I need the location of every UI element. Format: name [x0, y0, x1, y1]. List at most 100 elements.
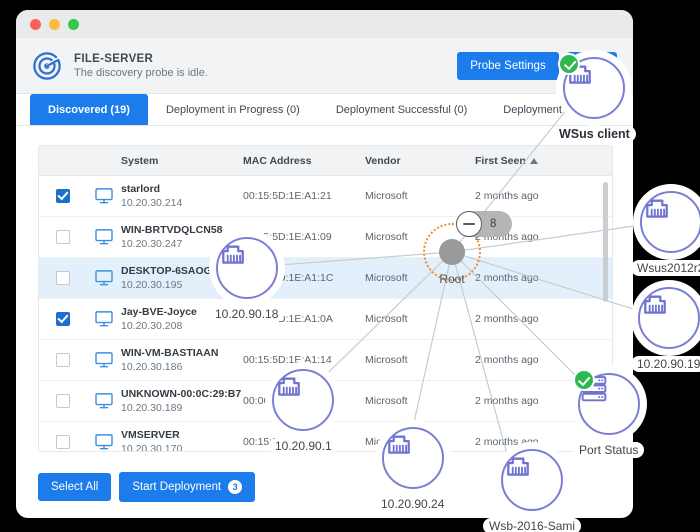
tab-discovered[interactable]: Discovered (19)	[30, 94, 148, 125]
topology-root-node[interactable]: Root 8	[423, 211, 512, 286]
minimize-window-button[interactable]	[49, 18, 60, 30]
row-checkbox[interactable]	[56, 271, 70, 285]
root-node-label: Root	[439, 272, 465, 286]
status-ok-badge	[572, 369, 595, 391]
cell-system: VMSERVER 10.20.30.170	[121, 429, 243, 452]
cell-system: WIN-VM-BASTIAAN 10.20.30.186	[121, 347, 243, 373]
topology-node-10-20-90-19[interactable]: 10.20.90.19	[631, 287, 700, 372]
cell-vendor: Microsoft	[365, 313, 408, 325]
cell-system: starlord 10.20.30.214	[121, 183, 243, 209]
start-deployment-label: Start Deployment	[132, 481, 222, 494]
node-circle[interactable]	[639, 191, 700, 253]
app-header: FILE-SERVER The discovery probe is idle.…	[16, 38, 633, 94]
maximize-window-button[interactable]	[68, 18, 79, 30]
table-vertical-scrollbar[interactable]	[603, 182, 608, 302]
cell-system: UNKNOWN-00:0C:29:B7 10.20.30.189	[121, 388, 243, 414]
node-circle[interactable]	[558, 53, 626, 119]
desktop-icon	[87, 352, 121, 368]
table-row[interactable]: starlord 10.20.30.214 00:15:5D:1E:A1:21 Mic…	[39, 176, 612, 217]
node-label: 10.20.90.19	[631, 356, 700, 372]
system-ip: 10.20.30.189	[121, 402, 183, 414]
row-checkbox[interactable]	[56, 353, 70, 367]
desktop-icon	[87, 270, 121, 286]
cell-vendor: Microsoft	[365, 354, 408, 366]
row-checkbox-cell	[39, 230, 87, 244]
column-header-vendor[interactable]: Vendor	[365, 155, 475, 167]
row-checkbox[interactable]	[56, 394, 70, 408]
cell-first-seen: 2 months ago	[475, 354, 539, 366]
tab-deployment-in-progress[interactable]: Deployment in Progress (0)	[148, 94, 318, 125]
row-checkbox-cell	[39, 435, 87, 449]
node-circle[interactable]	[501, 449, 564, 511]
desktop-icon	[87, 434, 121, 450]
table-header-row: System MAC Address Vendor First Seen	[39, 146, 612, 176]
table-row[interactable]: DESKTOP-6SAOGD 10.20.30.195 00:15:5D:1E:A1…	[39, 258, 612, 299]
desktop-icon	[87, 393, 121, 409]
cell-vendor: Microsoft	[365, 190, 408, 202]
system-ip: 10.20.30.170	[121, 443, 183, 452]
root-child-count: 8	[490, 218, 497, 230]
system-name: WIN-VM-BASTIAAN	[121, 347, 219, 359]
system-ip: 10.20.30.214	[121, 197, 183, 209]
node-circle[interactable]	[272, 369, 335, 431]
topology-node-wsus-client[interactable]: WSus client	[553, 53, 636, 142]
start-deployment-count-badge: 3	[228, 480, 243, 494]
target-scan-icon	[32, 51, 62, 81]
row-checkbox-cell	[39, 189, 87, 203]
node-label: 10.20.90.24	[375, 496, 451, 512]
start-deployment-button[interactable]: Start Deployment 3	[119, 472, 256, 502]
window-titlebar	[16, 10, 633, 38]
table-row[interactable]: Jay-BVE-Joyce 10.20.30.208 00:15:5D:1E:A1:…	[39, 299, 612, 340]
footer-actions: Select All Start Deployment 3	[38, 472, 256, 502]
column-header-mac-address[interactable]: MAC Address	[243, 155, 365, 167]
node-label: 10.20.90.18	[209, 306, 285, 322]
row-checkbox[interactable]	[56, 189, 70, 203]
row-checkbox-cell	[39, 312, 87, 326]
brand-text-block: FILE-SERVER The discovery probe is idle.	[74, 53, 445, 79]
node-label: 10.20.90.1	[269, 438, 338, 454]
cell-mac-address: 00:15:5D:1E:A1:14	[243, 354, 332, 366]
node-circle[interactable]	[637, 287, 700, 349]
node-label: Wsb-2016-Sami	[483, 518, 582, 532]
table-row[interactable]: WIN-BRTVDQLCN58 10.20.30.247 00:15:5D:1E:A…	[39, 217, 612, 258]
node-circle[interactable]	[381, 427, 444, 489]
screenshot-root: FILE-SERVER The discovery probe is idle.…	[0, 0, 700, 532]
probe-settings-button[interactable]: Probe Settings	[457, 51, 559, 80]
tab-deployment-successful[interactable]: Deployment Successful (0)	[318, 94, 485, 125]
desktop-icon	[87, 229, 121, 245]
cell-first-seen: 2 months ago	[475, 313, 539, 325]
cell-vendor: Microsoft	[365, 395, 408, 407]
desktop-icon	[87, 311, 121, 327]
row-checkbox[interactable]	[56, 435, 70, 449]
row-checkbox[interactable]	[56, 312, 70, 326]
row-checkbox-cell	[39, 394, 87, 408]
root-collapse-control[interactable]: 8	[456, 211, 512, 237]
column-header-first-seen[interactable]: First Seen	[475, 155, 612, 167]
cell-first-seen: 2 months ago	[475, 190, 539, 202]
topology-node-10-20-90-24[interactable]: 10.20.90.24	[375, 427, 451, 512]
row-checkbox-cell	[39, 353, 87, 367]
topology-node-wsus2012r2[interactable]: Wsus2012r2	[631, 191, 700, 276]
tab-bar: Discovered (19) Deployment in Progress (…	[16, 94, 633, 126]
topology-node-port-status[interactable]: Port Status	[572, 369, 645, 458]
column-header-system[interactable]: System	[121, 155, 243, 167]
close-window-button[interactable]	[30, 18, 41, 30]
node-label: Wsus2012r2	[631, 260, 700, 276]
topology-node-10-20-90-1[interactable]: 10.20.90.1	[269, 369, 338, 454]
column-header-first-seen-label: First Seen	[475, 154, 526, 167]
row-checkbox[interactable]	[56, 230, 70, 244]
sort-ascending-icon	[529, 157, 538, 164]
system-name: UNKNOWN-00:0C:29:B7	[121, 388, 242, 400]
system-name: VMSERVER	[121, 429, 180, 441]
root-node-dot	[439, 239, 465, 265]
topology-node-wsb-2016-sami[interactable]: Wsb-2016-Sami	[483, 449, 582, 532]
probe-status-text: The discovery probe is idle.	[74, 66, 208, 79]
node-circle[interactable]	[215, 237, 278, 299]
minus-icon[interactable]	[456, 211, 482, 237]
node-circle[interactable]	[572, 369, 640, 435]
select-all-button[interactable]: Select All	[38, 473, 112, 501]
system-name: starlord	[121, 183, 161, 195]
cell-first-seen: 2 months ago	[475, 272, 539, 284]
node-label: WSus client	[553, 126, 636, 142]
topology-node-10-20-90-18[interactable]: 10.20.90.18	[209, 237, 285, 322]
